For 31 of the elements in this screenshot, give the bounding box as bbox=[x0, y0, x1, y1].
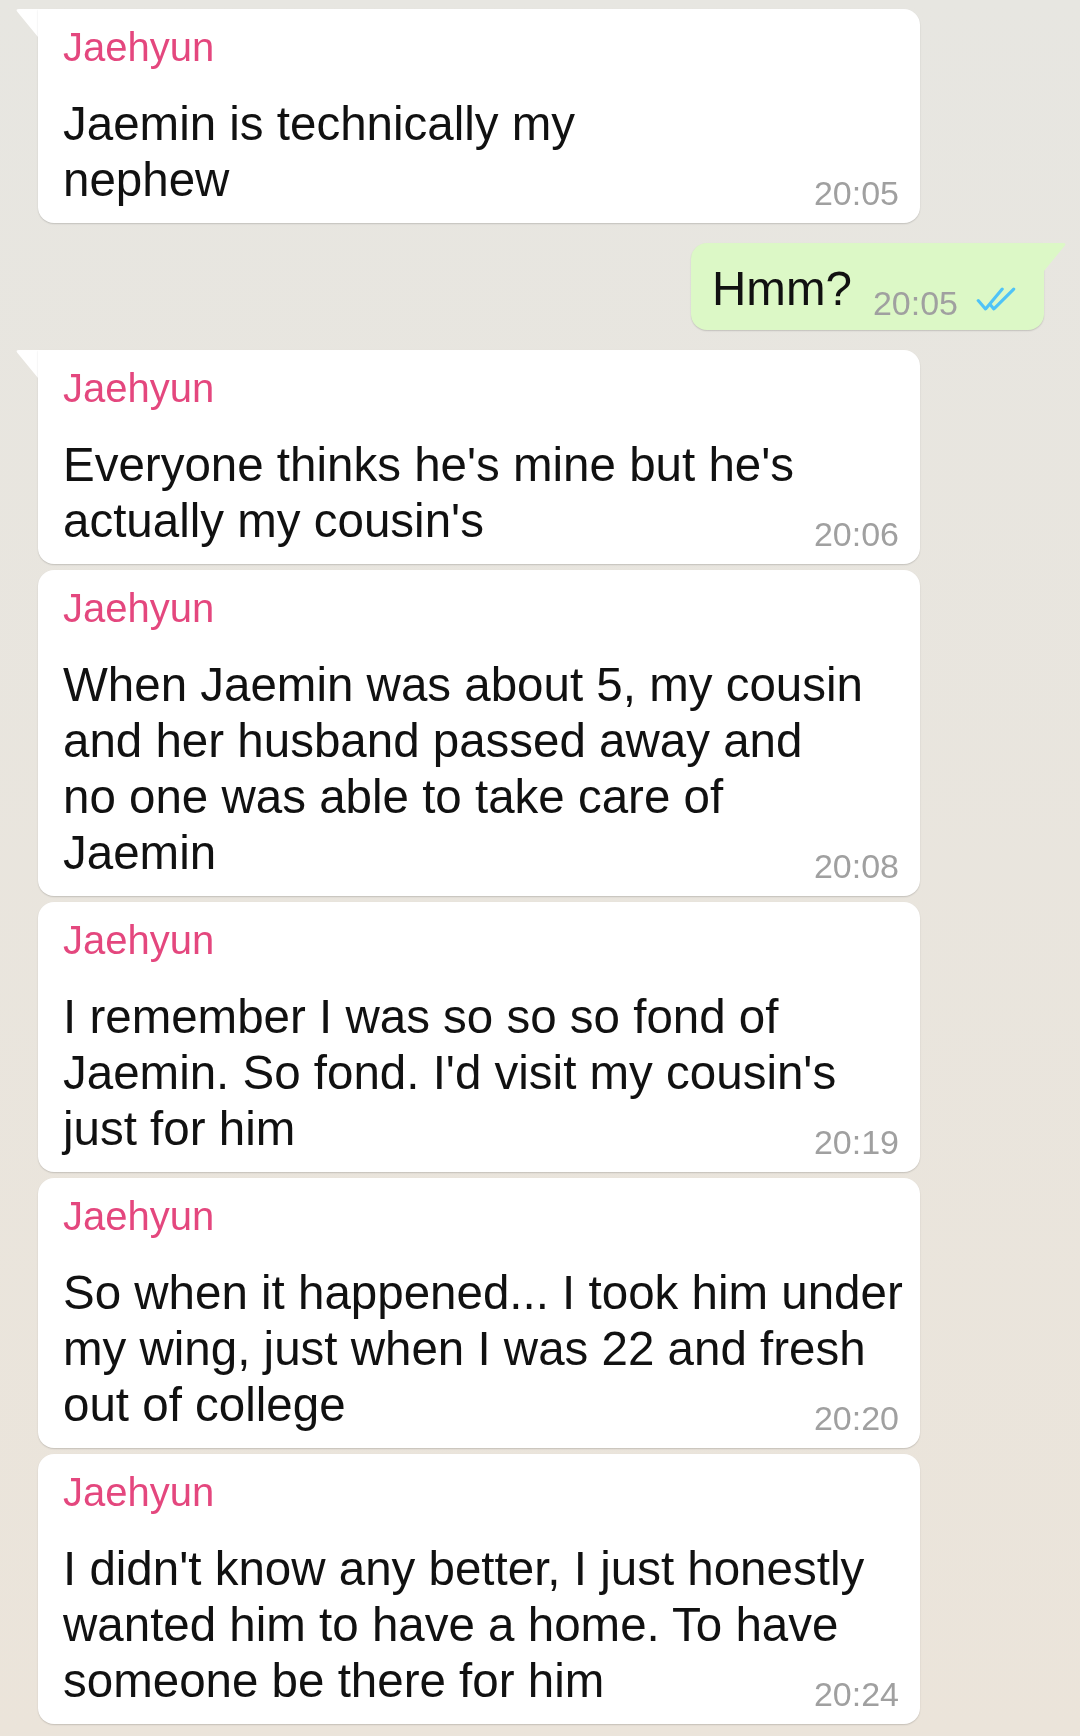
message-text: Jaemin. So fond. I'd visit my cousin's bbox=[63, 1045, 837, 1101]
sender-name: Jaehyun bbox=[63, 1469, 215, 1516]
sender-name: Jaehyun bbox=[63, 365, 215, 412]
message-time: 20:08 bbox=[813, 846, 899, 886]
sender-name: Jaehyun bbox=[63, 24, 215, 71]
message-time: 20:20 bbox=[813, 1398, 899, 1438]
message-text: So when it happened... I took him under bbox=[63, 1265, 903, 1321]
message-text: Jaemin is technically my bbox=[63, 96, 576, 152]
message-text: Jaemin bbox=[63, 825, 217, 881]
message-text: no one was able to take care of bbox=[63, 769, 724, 825]
message-time: 20:19 bbox=[813, 1122, 899, 1162]
sender-name: Jaehyun bbox=[63, 585, 215, 632]
message-time: 20:05 bbox=[813, 173, 899, 213]
message-text: nephew bbox=[63, 152, 230, 208]
message-text: I didn't know any better, I just honestly bbox=[63, 1541, 865, 1597]
message-text: Hmm? bbox=[712, 261, 852, 317]
message-text: Everyone thinks he's mine but he's bbox=[63, 437, 795, 493]
message-text: someone be there for him bbox=[63, 1653, 605, 1709]
sender-name: Jaehyun bbox=[63, 1193, 215, 1240]
message-time: 20:06 bbox=[813, 514, 899, 554]
message-time: 20:05 bbox=[872, 283, 958, 323]
message-time: 20:24 bbox=[813, 1674, 899, 1714]
sender-name: Jaehyun bbox=[63, 917, 215, 964]
message-text: just for him bbox=[63, 1101, 296, 1157]
message-text: and her husband passed away and bbox=[63, 713, 803, 769]
message-text: out of college bbox=[63, 1377, 346, 1433]
message-text: When Jaemin was about 5, my cousin bbox=[63, 657, 863, 713]
message-text: actually my cousin's bbox=[63, 493, 484, 549]
message-text: I remember I was so so so fond of bbox=[63, 989, 779, 1045]
message-text: my wing, just when I was 22 and fresh bbox=[63, 1321, 866, 1377]
message-text: wanted him to have a home. To have bbox=[63, 1597, 839, 1653]
